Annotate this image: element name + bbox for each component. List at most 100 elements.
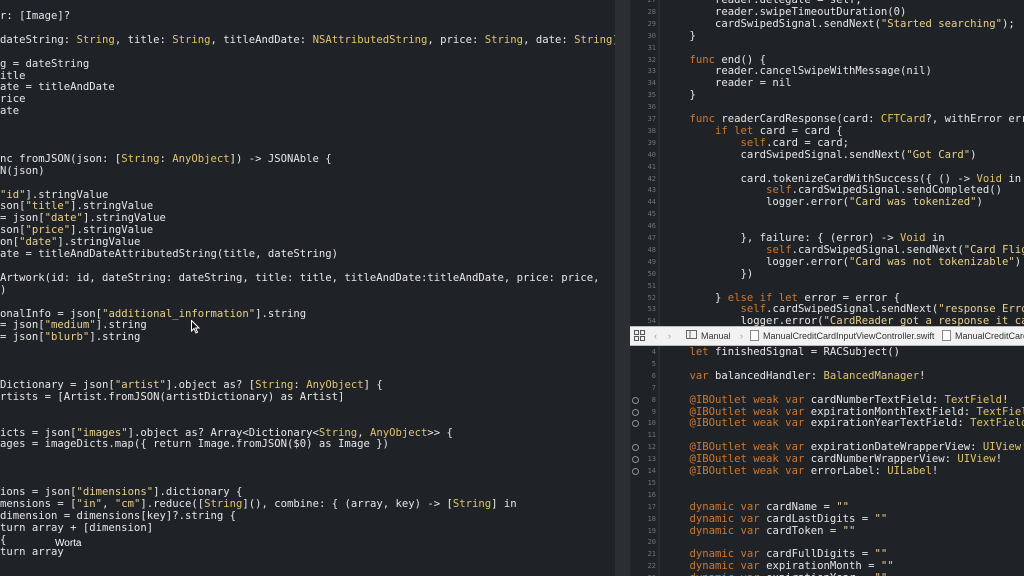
code-token: ! — [931, 465, 939, 477]
code-token: cardName = — [759, 500, 837, 513]
code-token: var — [689, 369, 709, 382]
chevron-right-icon[interactable]: › — [668, 330, 671, 343]
line-number: 18 — [647, 514, 656, 523]
code-token: } — [664, 89, 696, 102]
right-editor-area: 27 reader.delegate = self; 28 reader.swip… — [630, 0, 1024, 576]
code-line: self.cardSwipedSignal.sendNext("response… — [664, 303, 1024, 315]
code-token: ].stringValue — [70, 224, 154, 237]
line-number: 11 — [647, 431, 656, 440]
code-line: ate = titleAndDate — [0, 81, 115, 93]
code-token: if let — [715, 124, 754, 137]
code-token: expirationMonth = — [759, 560, 881, 573]
code-line: ages = imageDicts.map({ return Image.fro… — [0, 438, 389, 450]
code-line: cardSwipedSignal.sendNext("Got Card") — [664, 149, 977, 161]
line-number: 44 — [647, 198, 656, 207]
code-token: , — [102, 497, 115, 510]
outlet-connection-icon[interactable] — [632, 468, 639, 475]
line-number: 42 — [647, 174, 656, 183]
code-line: func readerCardResponse(card: CFTCard?, … — [664, 113, 1024, 125]
code-token: CFTCard — [880, 113, 926, 125]
line-number: 53 — [647, 305, 656, 314]
code-token: UIView — [957, 453, 996, 466]
code-line: } else if let error = error { — [664, 292, 900, 304]
code-token: @IBOutlet weak var — [689, 465, 805, 477]
line-number: 32 — [647, 55, 656, 64]
code-token: turn array + [dimension] — [0, 521, 154, 534]
code-token: balancedHandler: — [708, 369, 824, 382]
line-number: 45 — [647, 210, 656, 219]
code-token: ].stringValue — [57, 236, 141, 249]
code-token: logger.error( — [664, 255, 849, 268]
code-token: N(json) — [0, 164, 45, 177]
code-token: self — [766, 184, 792, 197]
code-token: UIView — [982, 441, 1022, 454]
code-line: dynamic var cardToken = "" — [664, 524, 856, 537]
line-number: 29 — [647, 19, 656, 28]
code-token: r: [Image]? — [0, 10, 71, 22]
swift-file-icon — [942, 330, 951, 343]
code-token: dynamic var — [689, 500, 760, 513]
code-token: String — [172, 33, 211, 46]
code-line: var balancedHandler: BalancedManager! — [664, 370, 926, 382]
code-token: in — [925, 232, 945, 244]
code-token: end() { — [715, 53, 767, 66]
code-token: card.tokenizeCardWithSuccess({ () -> — [664, 172, 977, 185]
jump-bar-file-secondary[interactable]: ManualCreditCard — [955, 330, 1024, 343]
code-token: "Card Fligh — [963, 243, 1024, 256]
line-number: 34 — [647, 79, 656, 88]
code-token: "Card was tokenized" — [848, 196, 977, 209]
line-number: 6 — [651, 371, 656, 380]
code-token: } — [664, 29, 696, 42]
code-token: "CardReader got a response it can — [823, 315, 1024, 326]
code-token: dynamic var — [689, 524, 760, 537]
code-token: String — [204, 497, 243, 510]
code-token: "Got Card" — [906, 148, 971, 161]
code-line: Dictionary = json["artist"].object as? [… — [0, 379, 383, 391]
code-line: { — [0, 534, 6, 546]
code-token: ions = json[ — [0, 486, 77, 498]
right-bottom-code-editor[interactable]: 4 let finishedSignal = RACSubject() 5 6 va… — [630, 346, 1024, 576]
outlet-connection-icon[interactable] — [632, 396, 639, 404]
code-token: ].dictionary { — [153, 486, 243, 498]
code-token: ) — [970, 148, 977, 161]
code-token: "artist" — [114, 378, 166, 391]
code-line: son["title"].stringValue — [0, 200, 153, 212]
code-token: "Card was not tokenizable" — [848, 255, 1015, 268]
line-number: 46 — [647, 222, 656, 231]
code-token: String — [452, 497, 492, 510]
code-token: cardNumberWrapperView: — [804, 453, 958, 466]
grid-icon[interactable] — [634, 330, 645, 343]
chevron-left-icon[interactable]: ‹ — [654, 330, 657, 343]
left-code-editor[interactable]: r: [Image]? dateString: String, title: St… — [0, 0, 615, 576]
outlet-connection-icon[interactable] — [632, 408, 639, 416]
code-line: mensions = ["in", "cm"].reduce([String](… — [0, 498, 517, 510]
code-line: nc fromJSON(json: [String: AnyObject]) -… — [0, 153, 332, 165]
code-token: ]) -> JSONAble { — [229, 152, 332, 165]
code-token: @IBOutlet weak var — [689, 393, 805, 406]
code-token: ](), combine: { (array, key) -> [ — [242, 497, 453, 510]
code-token: expirationYear = — [760, 572, 875, 576]
code-line: ate = titleAndDateAttributedString(title… — [0, 248, 338, 260]
code-token: expirationYearTextField: — [804, 417, 971, 430]
code-token: >> { — [427, 426, 453, 439]
code-token: ?, withError erro — [925, 113, 1024, 125]
code-token: AnyObject — [369, 426, 428, 439]
code-token: "blurb" — [44, 331, 90, 344]
code-token: expirationMonthTextField: — [804, 405, 977, 418]
code-token: logger.error( — [664, 315, 824, 326]
jump-bar-manual[interactable]: Manual — [701, 330, 731, 343]
code-token: "title" — [25, 200, 71, 213]
code-line: dynamic var expirationMonth = "" — [664, 560, 894, 572]
code-token: ages = imageDicts.map({ return Image.fro… — [0, 438, 390, 451]
right-top-code-editor[interactable]: 27 reader.delegate = self; 28 reader.swip… — [630, 0, 1024, 326]
code-line: @IBOutlet weak var cardNumberTextField: … — [664, 393, 1009, 406]
code-token: BalancedManager — [823, 369, 920, 382]
code-line: logger.error("Card was tokenized") — [664, 196, 983, 208]
split-divider[interactable] — [615, 0, 630, 576]
jump-bar-file[interactable]: ManualCreditCardInputViewController.swif… — [763, 330, 934, 343]
